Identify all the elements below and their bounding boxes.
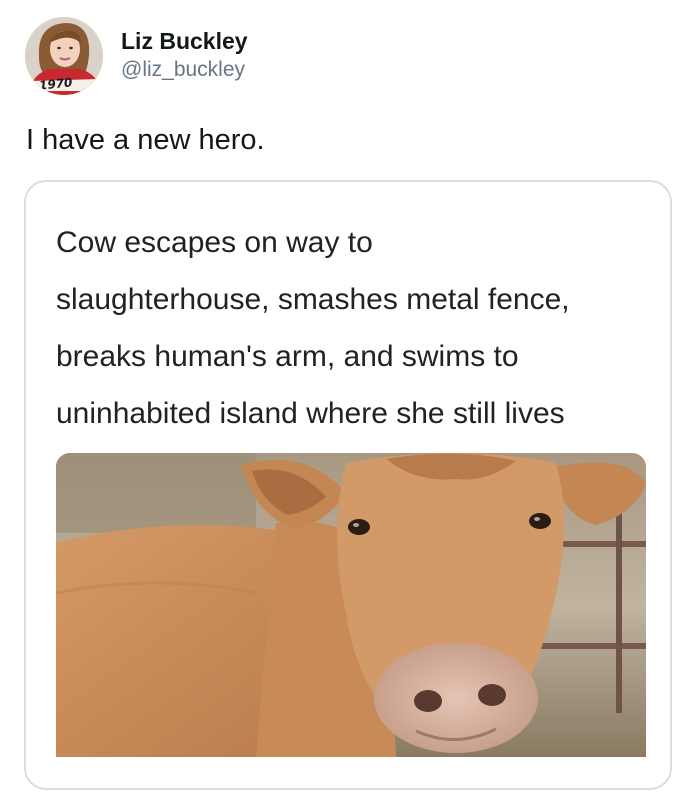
headline-line: slaughterhouse, smashes metal fence, (56, 283, 570, 316)
card-headline: Cow escapes on way to slaughterhouse, sm… (56, 214, 656, 442)
display-name[interactable]: Liz Buckley (121, 28, 248, 55)
headline-line: uninhabited island where she still lives (56, 397, 565, 430)
headline-line: Cow escapes on way to (56, 226, 373, 259)
avatar[interactable]: 1970 (25, 17, 103, 95)
cow-photo[interactable] (56, 453, 646, 757)
headline-line: breaks human's arm, and swims to (56, 340, 519, 373)
embedded-card[interactable]: Cow escapes on way to slaughterhouse, sm… (24, 180, 672, 790)
tweet: 1970 Liz Buckley @liz_buckley I have a n… (0, 0, 700, 811)
tweet-text: I have a new hero. (26, 124, 265, 156)
user-handle[interactable]: @liz_buckley (121, 58, 245, 82)
